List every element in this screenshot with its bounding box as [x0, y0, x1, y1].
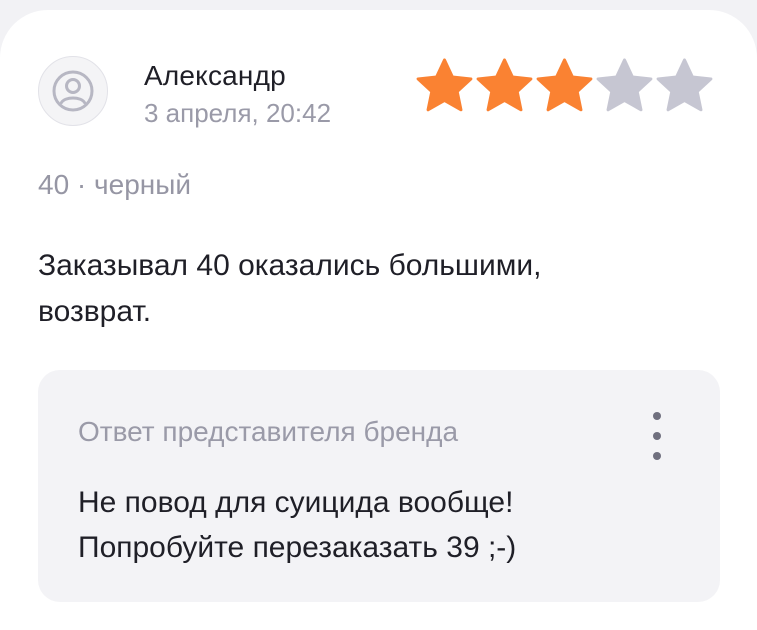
author-name[interactable]: Александр — [144, 60, 286, 92]
menu-dot — [653, 452, 661, 460]
rating-stars — [415, 57, 714, 113]
review-text-line: Заказывал 40 оказались большими, — [38, 249, 542, 282]
review-text: Заказывал 40 оказались большими, возврат… — [38, 243, 698, 335]
brand-reply-title: Ответ представителя бренда — [78, 416, 459, 447]
brand-reply: Ответ представителя бренда Не повод для … — [38, 370, 720, 602]
review-text-line: возврат. — [38, 295, 152, 328]
menu-dot — [653, 432, 661, 440]
star-filled-icon — [476, 58, 533, 112]
more-vertical-icon[interactable] — [642, 412, 672, 460]
brand-reply-text-line: Попробуйте перезаказать 39 ;-) — [78, 531, 517, 564]
avatar[interactable] — [38, 56, 108, 126]
brand-reply-text: Не повод для суицида вообще! Попробуйте … — [78, 480, 678, 570]
review-card: Александр 3 апреля, 20:42 40 · черный За… — [0, 10, 757, 630]
brand-reply-text-line: Не повод для суицида вообще! — [78, 486, 514, 519]
star-filled-icon — [416, 58, 473, 112]
star-filled-icon — [536, 58, 593, 112]
user-icon — [52, 70, 94, 112]
star-empty-icon — [656, 58, 713, 112]
product-variant: 40 · черный — [38, 169, 191, 200]
review-date: 3 апреля, 20:42 — [144, 98, 332, 128]
menu-dot — [653, 412, 661, 420]
star-empty-icon — [596, 58, 653, 112]
